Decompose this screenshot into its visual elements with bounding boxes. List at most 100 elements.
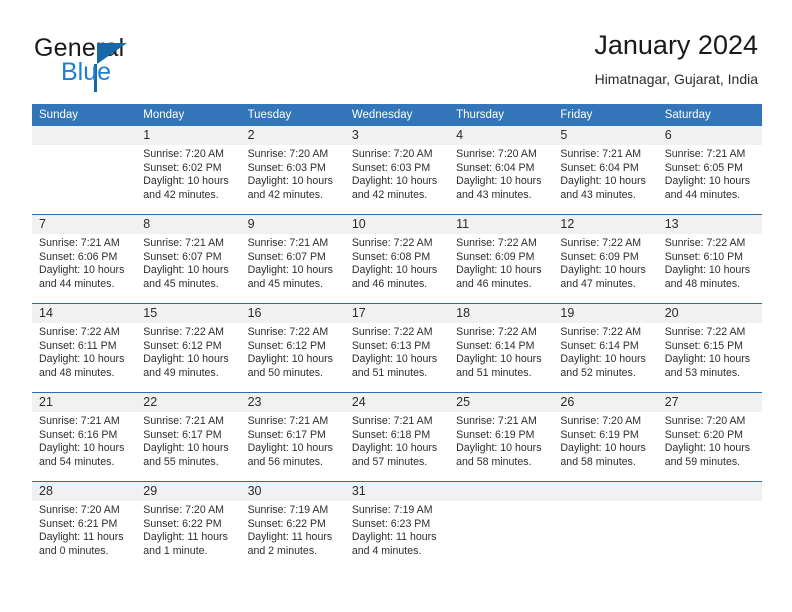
day-number-empty [32, 126, 136, 145]
day-info-line: and 55 minutes. [143, 456, 219, 469]
day-info-line: Sunset: 6:09 PM [456, 250, 535, 263]
day-cell-28[interactable]: Sunrise: 7:20 AM Sunset: 6:21 PM Daylight:… [32, 501, 136, 570]
day-number-13[interactable]: 13 [658, 215, 762, 234]
day-info-line: Sunset: 6:12 PM [247, 339, 326, 352]
day-info-line: Sunset: 6:06 PM [39, 250, 118, 263]
day-info-line: Sunrise: 7:22 AM [456, 237, 537, 249]
day-info-line: and 51 minutes. [456, 367, 532, 380]
day-number-29[interactable]: 29 [136, 482, 240, 501]
day-number-20[interactable]: 20 [658, 304, 762, 323]
day-info-line: Sunrise: 7:20 AM [351, 148, 433, 160]
day-number-15[interactable]: 15 [136, 304, 240, 323]
week-detail-band: Sunrise: 7:21 AM Sunset: 6:06 PM Daylight:… [32, 234, 762, 303]
day-number-24[interactable]: 24 [345, 393, 449, 412]
day-cell-5[interactable]: Sunrise: 7:21 AM Sunset: 6:04 PM Daylight:… [553, 145, 657, 214]
day-cell-31[interactable]: Sunrise: 7:19 AM Sunset: 6:23 PM Daylight:… [345, 501, 449, 570]
day-info-line: Sunset: 6:23 PM [351, 517, 431, 530]
day-cell-empty [32, 145, 136, 214]
day-number-1[interactable]: 1 [136, 126, 240, 145]
day-number-11[interactable]: 11 [449, 215, 553, 234]
day-number-31[interactable]: 31 [345, 482, 449, 501]
day-info-line: and 45 minutes. [143, 278, 219, 291]
day-info-line: Daylight: 10 hours [39, 353, 125, 366]
day-info-line: Daylight: 10 hours [560, 353, 646, 366]
day-number-10[interactable]: 10 [345, 215, 449, 234]
day-cell-13[interactable]: Sunrise: 7:22 AM Sunset: 6:10 PM Daylight:… [658, 234, 762, 303]
day-number-7[interactable]: 7 [32, 215, 136, 234]
day-cell-23[interactable]: Sunrise: 7:21 AM Sunset: 6:17 PM Daylight:… [241, 412, 345, 481]
day-cell-27[interactable]: Sunrise: 7:20 AM Sunset: 6:20 PM Daylight:… [658, 412, 762, 481]
day-info-line: and 57 minutes. [351, 456, 428, 469]
day-number-17[interactable]: 17 [345, 304, 449, 323]
day-info-line: Daylight: 10 hours [664, 442, 751, 455]
day-number-5[interactable]: 5 [553, 126, 657, 145]
day-cell-26[interactable]: Sunrise: 7:20 AM Sunset: 6:19 PM Daylight:… [553, 412, 657, 481]
day-number-12[interactable]: 12 [553, 215, 657, 234]
day-cell-19[interactable]: Sunrise: 7:22 AM Sunset: 6:14 PM Daylight:… [553, 323, 657, 392]
general-blue-logo[interactable]: General Blue [34, 34, 234, 92]
day-cell-18[interactable]: Sunrise: 7:22 AM Sunset: 6:14 PM Daylight:… [449, 323, 553, 392]
day-cell-20[interactable]: Sunrise: 7:22 AM Sunset: 6:15 PM Daylight:… [658, 323, 762, 392]
calendar-week-row: 1 2 3 4 5 6 Sunrise: 7:20 AM Sunset: 6:02 PM Day… [32, 126, 762, 214]
day-info-line: and 51 minutes. [351, 367, 428, 380]
day-cell-11[interactable]: Sunrise: 7:22 AM Sunset: 6:09 PM Daylight:… [449, 234, 553, 303]
day-cell-29[interactable]: Sunrise: 7:20 AM Sunset: 6:22 PM Daylight:… [136, 501, 240, 570]
day-cell-8[interactable]: Sunrise: 7:21 AM Sunset: 6:07 PM Daylight:… [136, 234, 240, 303]
day-info-line: Daylight: 10 hours [456, 353, 542, 366]
day-cell-16[interactable]: Sunrise: 7:22 AM Sunset: 6:12 PM Daylight:… [241, 323, 345, 392]
day-number-6[interactable]: 6 [658, 126, 762, 145]
day-number-8[interactable]: 8 [136, 215, 240, 234]
page-title: January 2024 [594, 30, 758, 60]
day-cell-2[interactable]: Sunrise: 7:20 AM Sunset: 6:03 PM Daylight:… [241, 145, 345, 214]
calendar-week-row: 14 15 16 17 18 19 20 Sunrise: 7:22 AM Sunset: 6:… [32, 303, 762, 392]
day-number-22[interactable]: 22 [136, 393, 240, 412]
day-number-18[interactable]: 18 [449, 304, 553, 323]
day-number-28[interactable]: 28 [32, 482, 136, 501]
day-info-line: and 48 minutes. [39, 367, 115, 380]
day-cell-10[interactable]: Sunrise: 7:22 AM Sunset: 6:08 PM Daylight:… [345, 234, 449, 303]
day-cell-17[interactable]: Sunrise: 7:22 AM Sunset: 6:13 PM Daylight:… [345, 323, 449, 392]
day-cell-1[interactable]: Sunrise: 7:20 AM Sunset: 6:02 PM Daylight:… [136, 145, 240, 214]
day-number-21[interactable]: 21 [32, 393, 136, 412]
calendar-week-row: 21 22 23 24 25 26 27 Sunrise: 7:21 AM Sunset: 6:… [32, 392, 762, 481]
day-info-line: Sunset: 6:14 PM [456, 339, 535, 352]
day-cell-12[interactable]: Sunrise: 7:22 AM Sunset: 6:09 PM Daylight:… [553, 234, 657, 303]
day-cell-6[interactable]: Sunrise: 7:21 AM Sunset: 6:05 PM Daylight:… [658, 145, 762, 214]
day-info-line: Sunset: 6:13 PM [351, 339, 431, 352]
day-number-2[interactable]: 2 [241, 126, 345, 145]
week-daynumber-band: 14 15 16 17 18 19 20 [32, 304, 762, 323]
day-info-line: Sunset: 6:17 PM [143, 428, 222, 441]
day-number-14[interactable]: 14 [32, 304, 136, 323]
day-number-30[interactable]: 30 [241, 482, 345, 501]
day-number-16[interactable]: 16 [241, 304, 345, 323]
day-number-19[interactable]: 19 [553, 304, 657, 323]
day-cell-4[interactable]: Sunrise: 7:20 AM Sunset: 6:04 PM Daylight:… [449, 145, 553, 214]
day-cell-7[interactable]: Sunrise: 7:21 AM Sunset: 6:06 PM Daylight:… [32, 234, 136, 303]
day-info-line: Sunrise: 7:20 AM [143, 148, 224, 160]
day-cell-9[interactable]: Sunrise: 7:21 AM Sunset: 6:07 PM Daylight:… [241, 234, 345, 303]
day-number-3[interactable]: 3 [345, 126, 449, 145]
day-cell-15[interactable]: Sunrise: 7:22 AM Sunset: 6:12 PM Daylight:… [136, 323, 240, 392]
day-cell-14[interactable]: Sunrise: 7:22 AM Sunset: 6:11 PM Daylight:… [32, 323, 136, 392]
day-cell-22[interactable]: Sunrise: 7:21 AM Sunset: 6:17 PM Daylight:… [136, 412, 240, 481]
day-number-empty [658, 482, 762, 501]
day-info-line: Sunrise: 7:22 AM [143, 326, 224, 338]
day-info-line: and 4 minutes. [351, 545, 422, 558]
day-info-line: Sunset: 6:05 PM [664, 161, 744, 174]
day-info-line: Daylight: 10 hours [39, 264, 125, 277]
day-cell-30[interactable]: Sunrise: 7:19 AM Sunset: 6:22 PM Daylight:… [241, 501, 345, 570]
day-info-line: and 46 minutes. [456, 278, 532, 291]
day-number-4[interactable]: 4 [449, 126, 553, 145]
day-number-26[interactable]: 26 [553, 393, 657, 412]
day-number-23[interactable]: 23 [241, 393, 345, 412]
day-info-line: Sunrise: 7:20 AM [39, 504, 120, 516]
day-cell-3[interactable]: Sunrise: 7:20 AM Sunset: 6:03 PM Daylight:… [345, 145, 449, 214]
day-number-9[interactable]: 9 [241, 215, 345, 234]
day-cell-24[interactable]: Sunrise: 7:21 AM Sunset: 6:18 PM Daylight:… [345, 412, 449, 481]
day-info-line: Daylight: 10 hours [664, 175, 751, 188]
day-number-25[interactable]: 25 [449, 393, 553, 412]
weekday-header-wednesday: Wednesday [351, 109, 413, 121]
day-cell-21[interactable]: Sunrise: 7:21 AM Sunset: 6:16 PM Daylight:… [32, 412, 136, 481]
day-cell-25[interactable]: Sunrise: 7:21 AM Sunset: 6:19 PM Daylight:… [449, 412, 553, 481]
day-number-27[interactable]: 27 [658, 393, 762, 412]
